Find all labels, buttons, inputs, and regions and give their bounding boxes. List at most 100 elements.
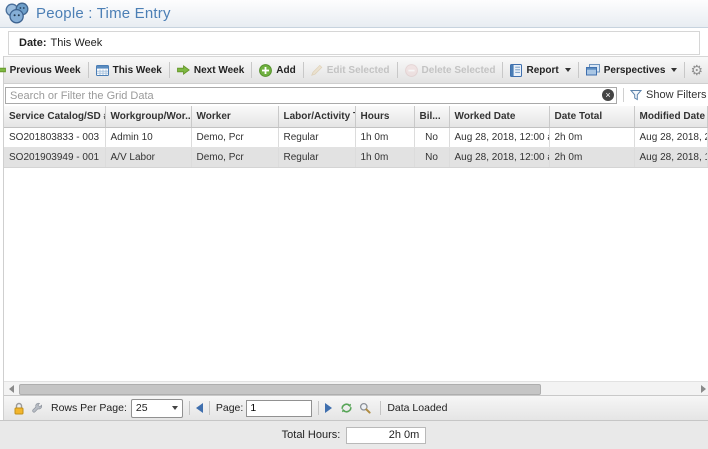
date-value: This Week xyxy=(51,37,103,49)
column-header-labor-activity[interactable]: Labor/Activity T... xyxy=(278,106,355,127)
add-button[interactable]: Add xyxy=(255,62,299,79)
cell-billable: No xyxy=(414,147,449,167)
rows-per-page-value: 25 xyxy=(136,402,148,414)
search-wrap: × xyxy=(5,86,617,105)
next-page-button[interactable] xyxy=(325,403,332,413)
green-arrow-left-icon xyxy=(0,65,6,75)
previous-week-label: Previous Week xyxy=(10,65,81,76)
cell-worked-date: Aug 28, 2018, 12:00 am xyxy=(449,147,549,167)
horizontal-scrollbar-thumb[interactable] xyxy=(19,384,541,395)
chevron-down-icon xyxy=(565,68,571,72)
cell-worker: Demo, Pcr xyxy=(191,147,278,167)
gear-icon[interactable]: ⚙ xyxy=(690,63,703,77)
toolbar-separator xyxy=(684,62,685,78)
next-week-button[interactable]: Next Week xyxy=(173,63,248,78)
toolbar-separator xyxy=(397,62,398,78)
rows-per-page-select[interactable]: 25 xyxy=(131,399,183,418)
chevron-down-icon xyxy=(671,68,677,72)
column-label: Service Catalog/SD # xyxy=(9,111,105,122)
column-header-service-catalog[interactable]: Service Catalog/SD # xyxy=(4,106,105,127)
column-header-modified-date[interactable]: Modified Date xyxy=(634,106,708,127)
search-magnifier-icon[interactable] xyxy=(359,402,371,414)
toolbar-separator xyxy=(303,62,304,78)
horizontal-scrollbar[interactable] xyxy=(4,381,708,395)
report-button[interactable]: Report xyxy=(506,62,574,79)
cell-labor-activity: Regular xyxy=(278,147,355,167)
cell-hours: 1h 0m xyxy=(355,127,414,147)
date-filter-bar[interactable]: Date: This Week xyxy=(8,31,700,55)
column-header-date-total[interactable]: Date Total xyxy=(549,106,634,127)
cell-workgroup: A/V Labor xyxy=(105,147,191,167)
page-number-input[interactable] xyxy=(246,400,312,417)
pager-separator xyxy=(380,401,381,415)
report-book-icon xyxy=(510,64,522,77)
grid-header-row: Service Catalog/SD # Workgroup/Wor... Wo… xyxy=(4,106,708,127)
cell-worked-date: Aug 28, 2018, 12:00 am xyxy=(449,127,549,147)
total-hours-value: 2h 0m xyxy=(346,427,426,444)
grid-toolbar: Previous Week This Week Next Week xyxy=(4,56,708,84)
funnel-icon xyxy=(630,89,642,101)
toolbar-separator xyxy=(169,62,170,78)
toolbar-separator xyxy=(578,62,579,78)
delete-selected-label: Delete Selected xyxy=(422,65,496,76)
previous-week-button[interactable]: Previous Week xyxy=(0,63,85,78)
grid-empty-area xyxy=(4,168,708,382)
next-week-label: Next Week xyxy=(194,65,244,76)
add-label: Add xyxy=(276,65,295,76)
cell-worker: Demo, Pcr xyxy=(191,127,278,147)
scroll-left-arrow-icon[interactable] xyxy=(9,385,14,393)
scroll-right-arrow-icon[interactable] xyxy=(701,385,706,393)
column-header-hours[interactable]: Hours xyxy=(355,106,414,127)
table-row[interactable]: SO201803833 - 003 Admin 10 Demo, Pcr Reg… xyxy=(4,127,708,147)
previous-page-button[interactable] xyxy=(196,403,203,413)
perspectives-button[interactable]: Perspectives xyxy=(582,62,682,78)
time-entry-grid: Service Catalog/SD # Workgroup/Wor... Wo… xyxy=(4,106,708,168)
search-input[interactable] xyxy=(5,87,617,104)
this-week-button[interactable]: This Week xyxy=(92,62,166,78)
column-header-worked-date[interactable]: Worked Date xyxy=(449,106,549,127)
cell-modified-date: Aug 28, 2018, 2:31 pm xyxy=(634,127,708,147)
people-icon xyxy=(4,2,30,25)
pager-separator xyxy=(189,401,190,415)
cell-date-total: 2h 0m xyxy=(549,147,634,167)
grid-panel: Previous Week This Week Next Week xyxy=(3,56,708,420)
page-label: Page: xyxy=(216,402,243,414)
toolbar-separator xyxy=(251,62,252,78)
show-filters-button[interactable]: Show Filters xyxy=(630,89,707,101)
rows-per-page-label: Rows Per Page: xyxy=(51,402,127,414)
add-circle-icon xyxy=(259,64,272,77)
date-label: Date: xyxy=(19,37,47,49)
perspectives-windows-icon xyxy=(586,64,600,76)
search-row: × Show Filters xyxy=(4,84,708,106)
lock-icon[interactable] xyxy=(13,402,25,415)
cell-billable: No xyxy=(414,127,449,147)
cell-date-total: 2h 0m xyxy=(549,127,634,147)
column-header-workgroup[interactable]: Workgroup/Wor... xyxy=(105,106,191,127)
total-hours-label: Total Hours: xyxy=(282,429,341,441)
status-text: Data Loaded xyxy=(387,402,447,414)
search-separator xyxy=(623,88,624,102)
column-header-worker[interactable]: Worker xyxy=(191,106,278,127)
clear-search-icon[interactable]: × xyxy=(602,89,614,101)
pencil-icon xyxy=(311,64,323,76)
table-row[interactable]: SO201903949 - 001 A/V Labor Demo, Pcr Re… xyxy=(4,147,708,167)
pager-separator xyxy=(209,401,210,415)
calendar-icon xyxy=(96,64,109,76)
edit-selected-label: Edit Selected xyxy=(327,65,390,76)
chevron-down-icon xyxy=(172,406,178,410)
edit-selected-button[interactable]: Edit Selected xyxy=(307,62,394,78)
column-header-billable[interactable]: Bil... xyxy=(414,106,449,127)
wrench-icon[interactable] xyxy=(31,402,43,414)
cell-hours: 1h 0m xyxy=(355,147,414,167)
this-week-label: This Week xyxy=(113,65,162,76)
delete-selected-button[interactable]: Delete Selected xyxy=(401,62,500,79)
app-header: People : Time Entry xyxy=(0,0,708,28)
cell-service-catalog: SO201903949 - 001 xyxy=(4,147,105,167)
report-label: Report xyxy=(526,65,558,76)
page-title: People : Time Entry xyxy=(36,5,171,22)
cell-service-catalog: SO201803833 - 003 xyxy=(4,127,105,147)
show-filters-label: Show Filters xyxy=(646,89,707,101)
refresh-icon[interactable] xyxy=(340,402,353,414)
cell-modified-date: Aug 28, 2018, 1:34 pm xyxy=(634,147,708,167)
toolbar-separator xyxy=(88,62,89,78)
